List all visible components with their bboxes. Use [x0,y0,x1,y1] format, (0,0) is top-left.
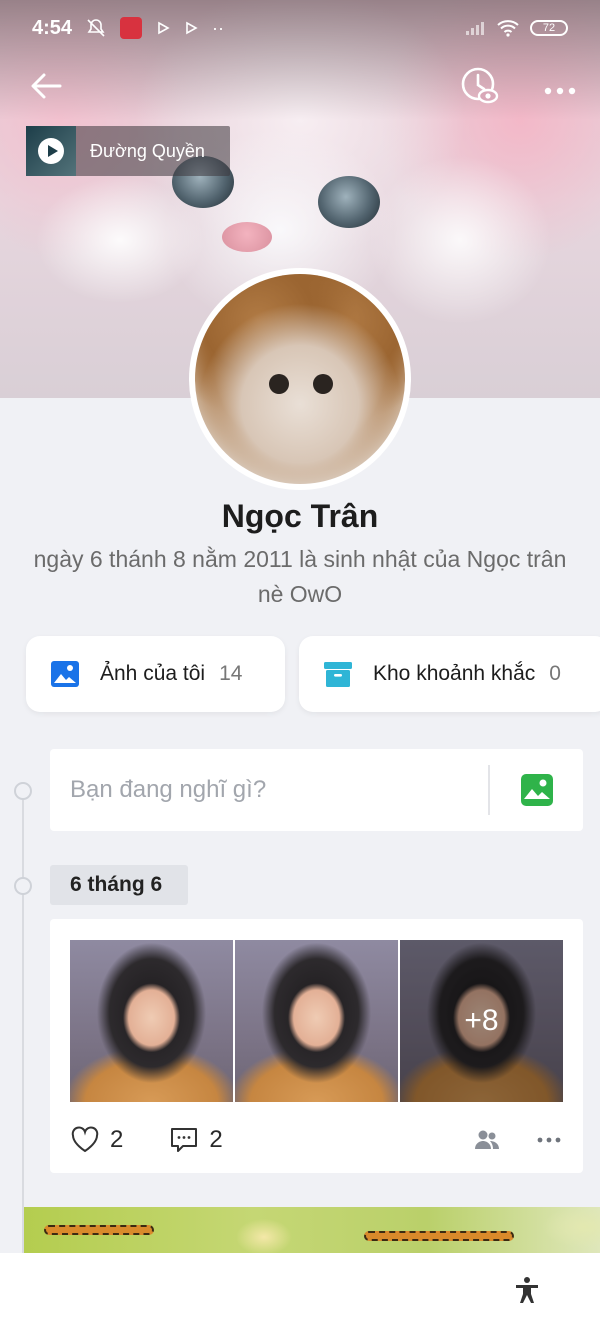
my-photos-count: 14 [219,662,243,685]
comment-count: 2 [209,1126,223,1153]
like-button[interactable]: 2 [70,1125,123,1155]
moments-archive-card[interactable]: Kho khoảnh khắc 0 [299,636,600,712]
like-count: 2 [110,1126,124,1153]
wifi-icon [497,20,519,37]
post-photo-grid: +8 [70,940,563,1102]
my-photos-label: Ảnh của tôi [100,662,206,685]
more-notifications-icon: ·· [212,17,225,38]
more-photos-count: +8 [464,1004,499,1037]
moments-archive-count: 0 [549,662,561,685]
my-photos-card[interactable]: Ảnh của tôi 14 [26,636,285,712]
play-notification-icon [158,21,170,35]
battery-icon: 72 [530,20,568,36]
composer-placeholder: Bạn đang nghĩ gì? [70,776,267,803]
heart-icon [71,1126,99,1153]
avatar-cat-eye-left [269,374,289,394]
cover-cat-nose [222,222,272,252]
photo-album-icon [51,661,79,687]
timeline-line [22,790,24,1260]
back-arrow-icon[interactable] [26,66,66,106]
app-notification-icon [120,17,143,39]
bottom-bar [0,1253,600,1333]
timeline-date-chip: 6 tháng 6 [50,865,188,905]
profile-avatar[interactable] [189,268,411,490]
bell-off-icon [87,19,105,37]
post-more-icon[interactable] [535,1126,563,1154]
profile-bio[interactable]: ngày 6 thánh 8 nằm 2011 là sinh nhật của… [30,542,570,612]
status-notification-icons: ·· [86,17,224,39]
avatar-image [195,274,405,484]
add-photo-icon[interactable] [520,773,554,807]
post-actions: 2 2 [70,1122,563,1158]
status-time: 4:54 [32,16,73,39]
comment-button[interactable]: 2 [169,1125,223,1155]
peek-decoration-1 [44,1225,154,1235]
cover-cat-eye-right [318,176,380,228]
timeline-dot-composer [14,782,32,800]
moments-archive-label: Kho khoảnh khắc [373,662,536,685]
top-actions [0,60,600,116]
next-post-preview[interactable] [24,1207,600,1253]
timeline-dot-date [14,877,32,895]
archive-box-icon [324,662,352,687]
play-icon [38,138,64,164]
status-bar: 4:54 ·· 72 [0,0,600,56]
status-composer[interactable]: Bạn đang nghĩ gì? [50,749,583,831]
profile-music-button[interactable]: Đường Quyền [26,126,230,176]
post-photo-3[interactable]: +8 [400,940,563,1102]
signal-icon [466,22,484,35]
comment-icon [171,1128,198,1152]
peek-decoration-2 [364,1231,514,1241]
play-notification-icon-2 [186,21,198,35]
post-action-right [473,1126,563,1154]
post-photo-1[interactable] [70,940,233,1102]
timeline-post[interactable]: +8 2 2 [50,919,583,1173]
accessibility-icon[interactable] [512,1275,542,1305]
profile-visitors-icon[interactable] [458,64,502,108]
avatar-cat-eye-right [313,374,333,394]
composer-divider [488,765,490,815]
music-title: Đường Quyền [90,140,205,161]
status-right: 72 [464,19,568,37]
profile-name: Ngọc Trân [221,498,379,534]
more-options-icon[interactable] [538,66,582,110]
post-photo-2[interactable] [235,940,398,1102]
music-album-art [26,126,76,176]
friends-privacy-icon[interactable] [473,1126,501,1154]
